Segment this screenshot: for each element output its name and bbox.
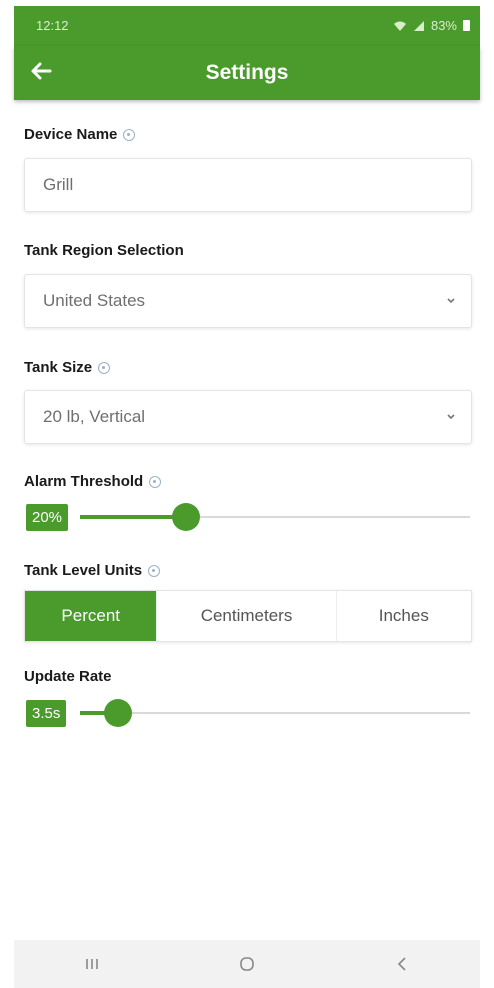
device-name-value: Grill [43, 175, 74, 194]
tank-level-units-toggle: Percent Centimeters Inches [24, 590, 472, 642]
slider-thumb[interactable] [172, 503, 200, 531]
battery-icon [463, 20, 470, 31]
system-nav-bar [14, 940, 480, 988]
units-inches-button[interactable]: Inches [336, 591, 471, 641]
slider-thumb[interactable] [104, 699, 132, 727]
tank-region-label: Tank Region Selection [24, 242, 184, 259]
update-rate-value: 3.5s [26, 700, 67, 727]
tank-region-select[interactable]: United States [24, 274, 472, 328]
page-title: Settings [205, 61, 289, 84]
recent-apps-icon[interactable] [62, 940, 122, 988]
help-icon[interactable] [123, 128, 136, 141]
tank-size-label-text: Tank Size [24, 359, 93, 376]
help-icon[interactable] [98, 361, 111, 374]
update-rate-label: Update Rate [24, 668, 112, 685]
wifi-icon [393, 21, 406, 31]
app-bar: Settings [14, 46, 480, 100]
status-time: 12:12 [36, 18, 69, 33]
tank-size-value: 20 lb, Vertical [43, 407, 146, 426]
device-name-label: Device Name [24, 126, 136, 143]
status-bar: 12:12 83% [14, 6, 480, 46]
battery-percent: 83% [430, 18, 457, 33]
home-icon[interactable] [217, 940, 277, 988]
update-rate-slider[interactable]: 3.5s [24, 696, 470, 730]
update-rate-label-text: Update Rate [24, 668, 112, 685]
alarm-threshold-label-text: Alarm Threshold [24, 473, 144, 490]
device-name-label-text: Device Name [24, 126, 118, 143]
settings-screen: 12:12 83% Settings Device Name Grill Tan… [14, 6, 480, 988]
units-centimeters-button[interactable]: Centimeters [157, 591, 337, 641]
device-name-field[interactable]: Grill [24, 158, 472, 212]
units-percent-button[interactable]: Percent [25, 591, 158, 641]
tank-level-units-label: Tank Level Units [24, 562, 161, 579]
tank-size-label: Tank Size [24, 359, 111, 376]
signal-icon [413, 20, 424, 31]
back-icon[interactable] [372, 940, 432, 988]
status-icons: 83% [393, 18, 470, 33]
tank-size-select[interactable]: 20 lb, Vertical [24, 390, 472, 444]
alarm-threshold-label: Alarm Threshold [24, 473, 162, 490]
tank-region-label-text: Tank Region Selection [24, 242, 184, 259]
alarm-threshold-slider[interactable]: 20% [24, 500, 470, 534]
tank-level-units-label-text: Tank Level Units [24, 562, 143, 579]
help-icon[interactable] [148, 564, 161, 577]
chevron-down-icon [447, 298, 455, 304]
slider-fill [80, 515, 178, 519]
tank-region-value: United States [43, 291, 146, 310]
chevron-down-icon [447, 414, 455, 420]
help-icon[interactable] [149, 475, 162, 488]
alarm-threshold-value: 20% [26, 504, 69, 531]
slider-track [80, 712, 470, 714]
